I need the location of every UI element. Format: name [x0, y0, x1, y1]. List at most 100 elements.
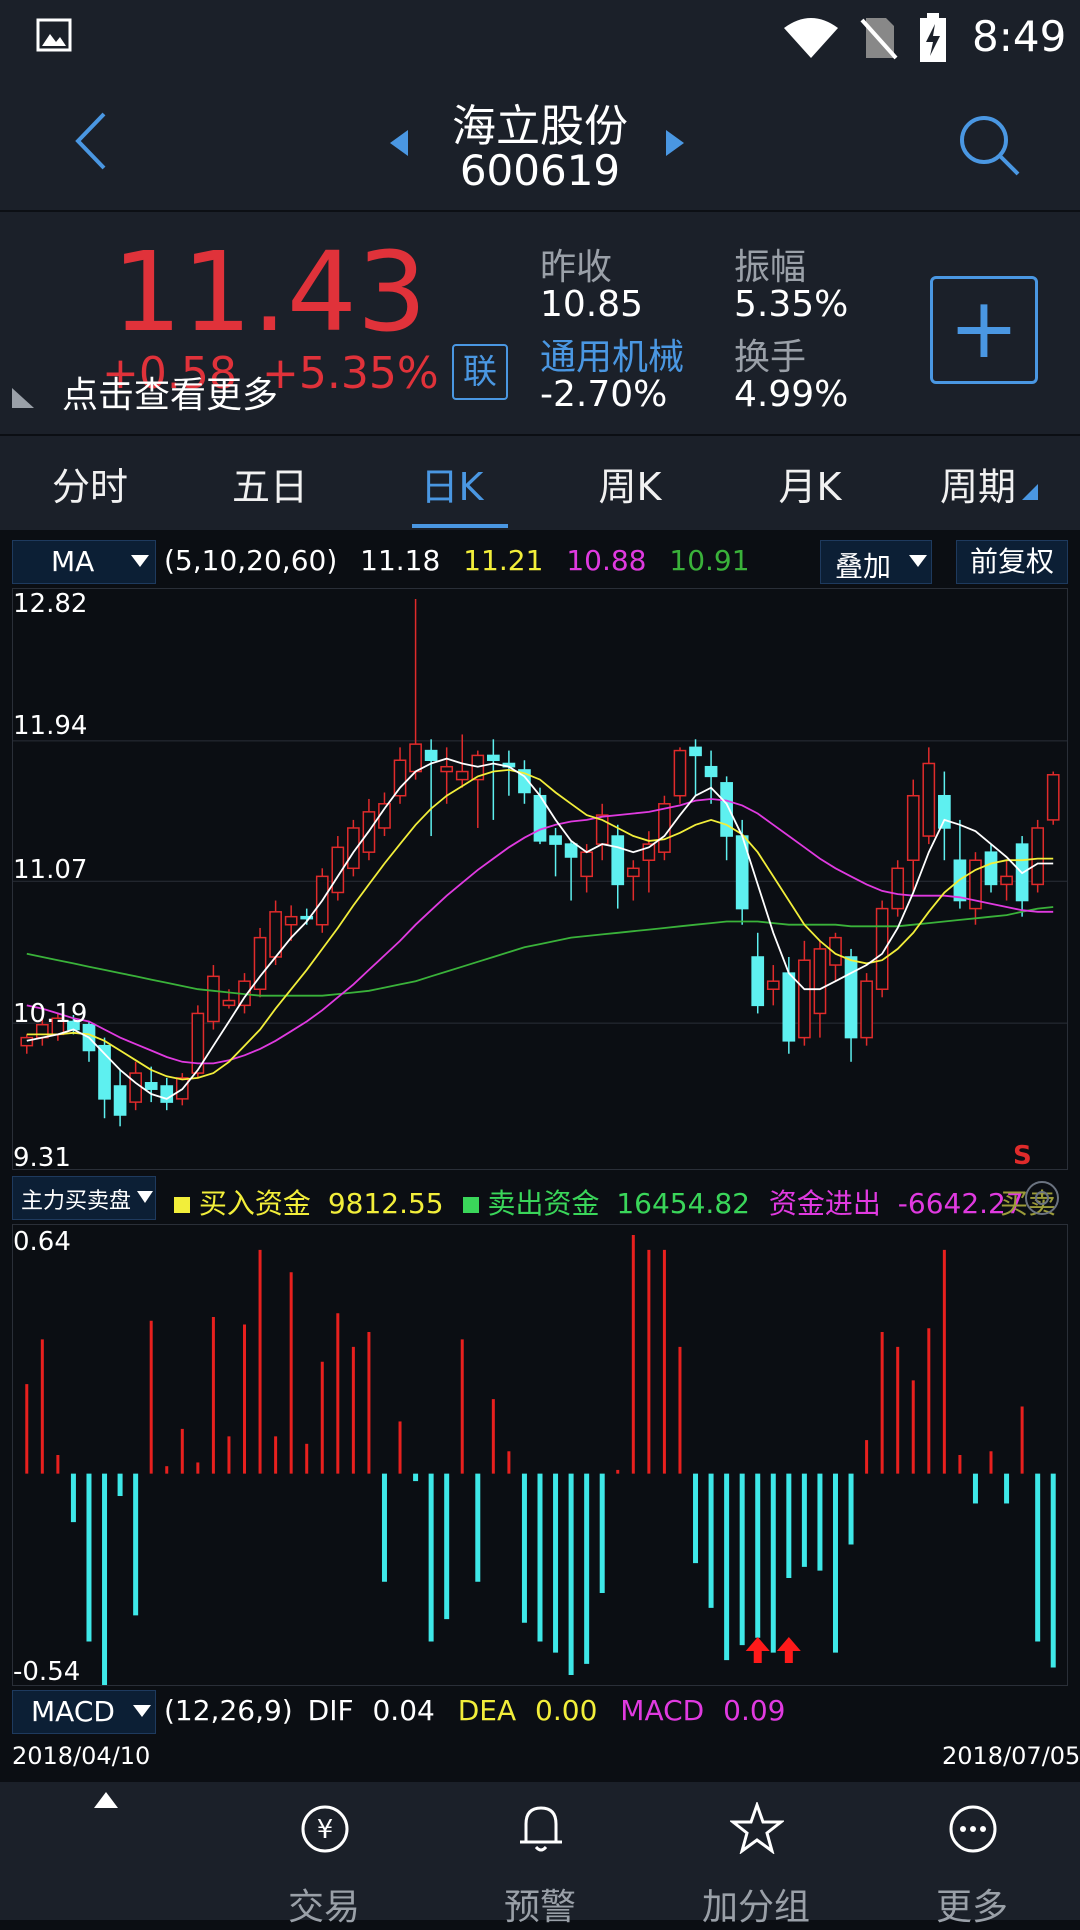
price-change-pct: +5.35%: [262, 348, 439, 399]
candle: [284, 905, 298, 941]
buy-legend-swatch: [174, 1197, 190, 1213]
candle: [626, 860, 640, 901]
kline-chart-area[interactable]: 12.82 11.94 11.07 10.19 9.31 S: [12, 588, 1068, 1173]
stock-header: 海立股份 600619: [0, 80, 1080, 212]
flow-select-label: 主力买卖盘: [21, 1189, 132, 1214]
amplitude-label: 振幅: [734, 247, 807, 288]
candle: [953, 819, 967, 909]
nav-more[interactable]: 更多: [864, 1782, 1080, 1928]
net-label: 资金进出: [768, 1187, 881, 1220]
turnover-label: 换手: [734, 337, 807, 378]
flow-select[interactable]: 主力买卖盘: [12, 1176, 156, 1220]
bottom-nav: ¥ 交易 预警 加分组 更多: [0, 1782, 1080, 1928]
candle: [269, 900, 282, 966]
end-date: 2018/07/05: [942, 1742, 1080, 1770]
candle: [844, 948, 858, 1062]
chevron-down-icon: [909, 555, 927, 567]
more-hint[interactable]: 点击查看更多: [62, 366, 278, 418]
flow-svg: [25, 1235, 1056, 1685]
nav-index[interactable]: [0, 1782, 216, 1920]
macd-select[interactable]: MACD: [12, 1690, 156, 1734]
amplitude-value: 5.35%: [734, 284, 849, 325]
svg-text:¥: ¥: [317, 1815, 334, 1845]
candle: [798, 940, 811, 1046]
status-bar: 8:49: [0, 0, 1080, 80]
buy-arrow-icon: [776, 1637, 801, 1663]
yuan-circle-icon: ¥: [301, 1805, 349, 1853]
sell-label: 卖出资金: [487, 1187, 600, 1220]
ma-select-label: MA: [51, 545, 95, 578]
flow-chart-area[interactable]: 0.64 -0.54: [12, 1224, 1068, 1687]
next-stock-arrow-icon[interactable]: [664, 130, 684, 156]
chevron-down-icon: [137, 1191, 153, 1203]
add-watchlist-button[interactable]: +: [930, 276, 1038, 384]
macd-values-row: (12,26,9) DIF 0.04 DEA 0.00 MACD 0.09: [164, 1694, 785, 1727]
candle: [829, 932, 842, 982]
indicator-settings-icon[interactable]: [1022, 1178, 1062, 1218]
nav-more-label: 更多: [935, 1887, 1008, 1928]
adjust-button[interactable]: 前复权: [956, 540, 1068, 584]
sector-link[interactable]: 通用机械: [540, 328, 684, 380]
candle: [720, 776, 733, 861]
nav-group[interactable]: 加分组: [648, 1782, 864, 1928]
stock-code: 600619: [459, 146, 621, 195]
candle: [409, 599, 422, 780]
candle: [424, 739, 438, 837]
sector-change: -2.70%: [540, 374, 668, 415]
image-notification-icon: [36, 18, 72, 52]
caret-up-icon: [94, 1792, 118, 1808]
ma10-value: 11.21: [463, 544, 544, 577]
candle: [704, 750, 718, 804]
macd-select-label: MACD: [31, 1695, 115, 1728]
tab-daily-k[interactable]: 日K: [382, 456, 522, 511]
candle: [502, 750, 516, 796]
corner-triangle-icon: [12, 388, 34, 408]
battery-charging-icon: [920, 13, 946, 62]
y-tick-2: 11.07: [13, 855, 88, 885]
stock-name: 海立股份: [452, 101, 628, 152]
tab-monthly-k[interactable]: 月K: [740, 456, 880, 511]
nav-alert[interactable]: 预警: [432, 1782, 648, 1928]
ma5-value: 11.18: [360, 544, 441, 577]
sell-signal-label: S: [1013, 1141, 1032, 1171]
candle: [455, 734, 469, 788]
candle: [938, 771, 951, 861]
candle: [1000, 860, 1013, 901]
overlay-select[interactable]: 叠加: [820, 540, 932, 584]
tab-five-day[interactable]: 五日: [200, 456, 340, 511]
no-sim-icon: [860, 18, 898, 60]
candle: [891, 860, 905, 917]
candle: [207, 965, 220, 1030]
tab-intraday[interactable]: 分时: [20, 456, 160, 511]
candle: [922, 747, 936, 845]
search-icon[interactable]: [956, 112, 1022, 178]
candle: [595, 803, 609, 861]
buy-value: 9812.55: [327, 1187, 444, 1220]
chevron-down-icon: [133, 1705, 151, 1717]
macd-value: 0.09: [723, 1694, 786, 1727]
y-tick-4: 9.31: [13, 1143, 71, 1173]
candle: [486, 739, 500, 820]
sell-legend-swatch: [462, 1197, 479, 1213]
linked-badge[interactable]: 联: [452, 344, 508, 400]
tab-weekly-k[interactable]: 周K: [560, 456, 700, 511]
prev-stock-arrow-icon[interactable]: [390, 130, 410, 156]
candle: [191, 1005, 205, 1078]
clock: 8:49: [972, 12, 1067, 61]
nav-trade[interactable]: ¥ 交易: [216, 1782, 432, 1928]
star-icon: [730, 1802, 784, 1854]
ma-select[interactable]: MA: [12, 540, 156, 584]
kline-svg: [13, 599, 1067, 1127]
flow-y-tick-bottom: -0.54: [13, 1657, 81, 1687]
dea-value: 0.00: [535, 1694, 598, 1727]
prev-close-value: 10.85: [540, 284, 644, 325]
candle: [471, 750, 485, 828]
macd-params: (12,26,9): [164, 1694, 293, 1727]
flow-y-tick-top: 0.64: [13, 1227, 71, 1257]
candle: [673, 747, 687, 804]
y-tick-1: 11.94: [13, 711, 88, 741]
candle: [689, 739, 702, 796]
back-chevron-icon[interactable]: [70, 110, 110, 172]
candle: [969, 852, 982, 925]
buy-label: 买入资金: [198, 1187, 311, 1220]
